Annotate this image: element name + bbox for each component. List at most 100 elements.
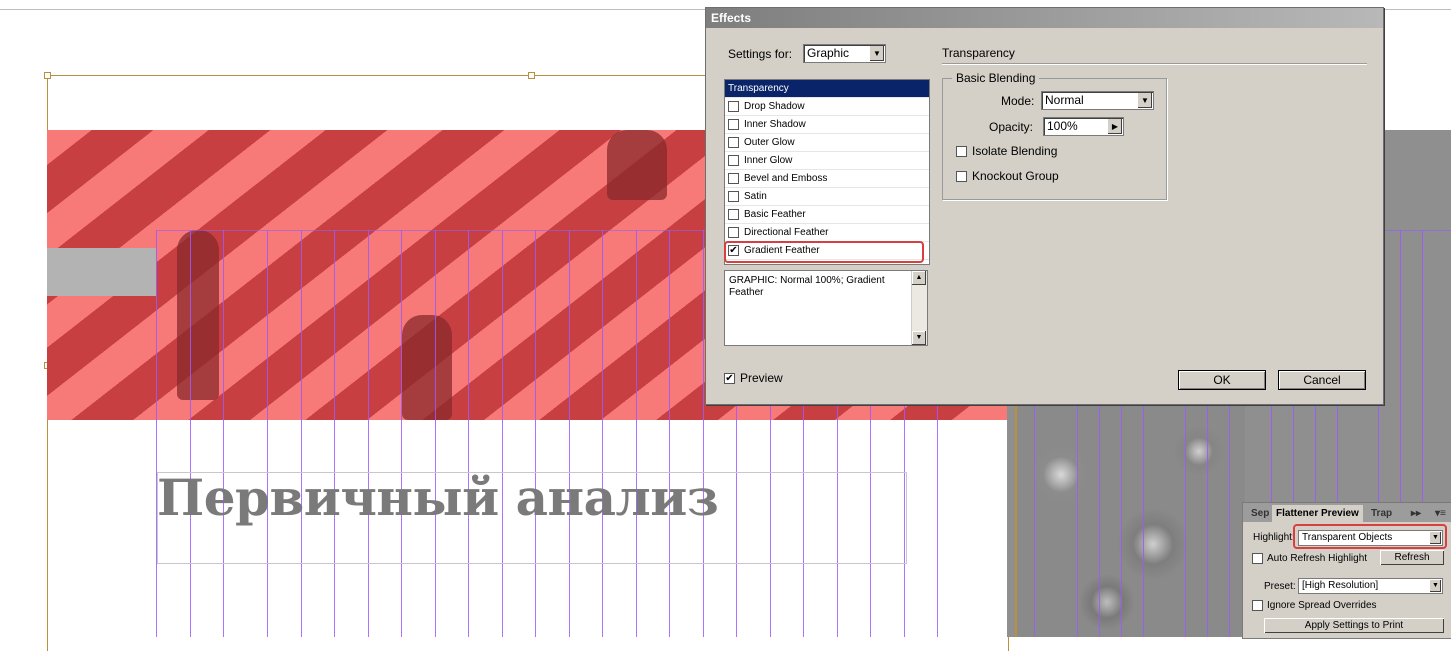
effects-summary: GRAPHIC: Normal 100%; Gradient Feather ▲… (724, 270, 928, 346)
preset-value: [High Resolution] (1302, 580, 1379, 591)
frame-handle[interactable] (44, 72, 51, 79)
summary-text: GRAPHIC: Normal 100%; Gradient Feather (729, 275, 885, 298)
scroll-down-icon[interactable]: ▼ (912, 331, 926, 345)
preset-select[interactable]: [High Resolution] ▼ (1298, 578, 1443, 594)
checkbox[interactable] (728, 173, 739, 184)
column-guide (569, 230, 570, 637)
ignore-spread-checkbox[interactable] (1252, 600, 1263, 611)
column-guide (334, 230, 335, 637)
effects-list: Transparency Drop Shadow Inner Shadow Ou… (724, 79, 930, 265)
mode-select[interactable]: Normal ▼ (1041, 91, 1154, 110)
effect-label: Transparency (728, 83, 789, 94)
knockout-group-checkbox[interactable] (956, 170, 967, 182)
auto-refresh-label: Auto Refresh Highlight (1267, 553, 1368, 564)
isolate-blending-label: Isolate Blending (972, 144, 1058, 158)
column-guide (190, 230, 191, 637)
scrollbar[interactable]: ▲ ▼ (911, 271, 927, 345)
highlight-annotation (1293, 524, 1447, 549)
checkbox[interactable] (728, 227, 739, 238)
opacity-value: 100% (1047, 119, 1078, 133)
settings-for-select[interactable]: Graphic ▼ (803, 44, 886, 63)
isolate-blending-checkbox[interactable] (956, 145, 967, 157)
tab-flattener-preview[interactable]: Flattener Preview (1272, 505, 1363, 522)
tab-trap[interactable]: Trap (1367, 505, 1396, 522)
column-guide (267, 230, 268, 637)
column-guide (636, 230, 637, 637)
knockout-group-option[interactable]: Knockout Group (956, 169, 1059, 183)
column-guide (156, 230, 157, 637)
water-texture-image (1015, 405, 1245, 637)
checkbox[interactable] (728, 101, 739, 112)
frame-edge (1015, 405, 1017, 637)
effect-label: Outer Glow (744, 137, 795, 148)
highlight-label: Highlight: (1253, 532, 1295, 543)
apply-settings-button[interactable]: Apply Settings to Print (1264, 618, 1444, 633)
column-guide (368, 230, 369, 637)
gray-rectangle[interactable] (47, 248, 156, 296)
tab-separations[interactable]: Sep (1247, 505, 1273, 522)
preview-label: Preview (740, 371, 783, 385)
effect-label: Bevel and Emboss (744, 173, 828, 184)
effect-item-inner-glow[interactable]: Inner Glow (725, 152, 929, 170)
mode-value: Normal (1045, 93, 1084, 107)
preview-checkbox[interactable]: ✔ (724, 372, 735, 384)
column-guide (602, 230, 603, 637)
column-guide (401, 230, 402, 637)
effect-label: Basic Feather (744, 209, 806, 220)
cancel-button[interactable]: Cancel (1278, 370, 1366, 390)
column-guide (468, 230, 469, 637)
effect-label: Satin (744, 191, 767, 202)
ignore-spread-option[interactable]: Ignore Spread Overrides (1252, 600, 1377, 611)
scroll-up-icon[interactable]: ▲ (912, 271, 926, 285)
panel-tab-bar: Sep Flattener Preview Trap ▸▸ ▾≡ (1243, 503, 1451, 522)
dialog-title[interactable]: Effects (706, 8, 1383, 28)
frame-handle[interactable] (528, 72, 535, 79)
checkbox[interactable] (728, 191, 739, 202)
effect-label: Directional Feather (744, 227, 829, 238)
isolate-blending-option[interactable]: Isolate Blending (956, 144, 1057, 158)
flattener-preview-panel: Sep Flattener Preview Trap ▸▸ ▾≡ Highlig… (1242, 502, 1451, 639)
section-title: Transparency (942, 46, 1015, 60)
settings-for-value: Graphic (807, 46, 850, 60)
effect-item-outer-glow[interactable]: Outer Glow (725, 134, 929, 152)
effect-item-bevel-emboss[interactable]: Bevel and Emboss (725, 170, 929, 188)
chevron-down-icon[interactable]: ▼ (1430, 580, 1441, 592)
preview-option[interactable]: ✔ Preview (724, 371, 783, 385)
effect-item-transparency[interactable]: Transparency (725, 80, 929, 98)
column-guide (301, 230, 302, 637)
effect-item-inner-shadow[interactable]: Inner Shadow (725, 116, 929, 134)
auto-refresh-checkbox[interactable] (1252, 553, 1263, 564)
preset-label: Preset: (1264, 581, 1296, 592)
column-guide (703, 230, 704, 637)
checkbox[interactable] (728, 137, 739, 148)
effect-item-drop-shadow[interactable]: Drop Shadow (725, 98, 929, 116)
effect-label: Inner Shadow (744, 119, 806, 130)
auto-refresh-option[interactable]: Auto Refresh Highlight (1252, 553, 1367, 564)
refresh-button[interactable]: Refresh (1380, 550, 1444, 565)
opacity-field[interactable]: 100% ▶ (1043, 117, 1124, 136)
column-guide (502, 230, 503, 637)
checkbox[interactable] (728, 119, 739, 130)
mode-label: Mode: (1001, 94, 1035, 108)
column-guide (435, 230, 436, 637)
basic-blending-label: Basic Blending (952, 71, 1040, 85)
photo-figure (402, 315, 452, 420)
effect-item-basic-feather[interactable]: Basic Feather (725, 206, 929, 224)
panel-menu-icon[interactable]: ▾≡ (1431, 505, 1450, 522)
photo-figure (177, 230, 219, 400)
chevron-down-icon[interactable]: ▼ (869, 46, 884, 61)
chevron-down-icon[interactable]: ▼ (1137, 93, 1152, 108)
page-heading[interactable]: Первичный анализ (157, 466, 917, 530)
effect-item-directional-feather[interactable]: Directional Feather (725, 224, 929, 242)
checkbox[interactable] (728, 209, 739, 220)
opacity-label: Opacity: (989, 120, 1034, 134)
chevron-right-icon[interactable]: ▶ (1107, 119, 1122, 134)
collapse-icon[interactable]: ▸▸ (1407, 505, 1425, 522)
checkbox[interactable] (728, 155, 739, 166)
column-guide (223, 230, 224, 637)
ok-button[interactable]: OK (1178, 370, 1266, 390)
ignore-spread-label: Ignore Spread Overrides (1267, 600, 1377, 611)
effect-label: Inner Glow (744, 155, 793, 166)
effects-dialog: Effects Settings for: Graphic ▼ Transpar… (705, 7, 1384, 405)
effect-item-satin[interactable]: Satin (725, 188, 929, 206)
